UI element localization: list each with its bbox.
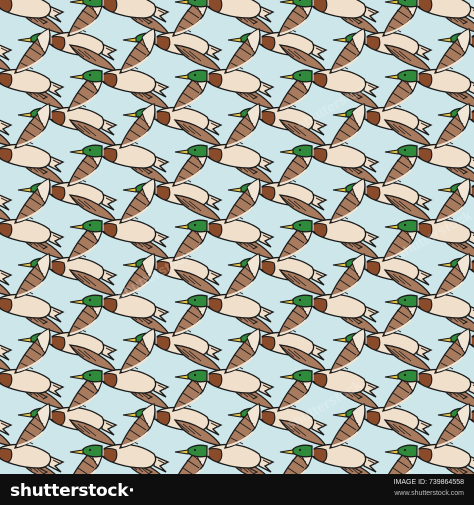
site-url[interactable]: www.shutterstock.com [394, 490, 464, 497]
brand-name: shutterstock [10, 481, 129, 501]
duck-pattern-illustration: shutterstock shutterstock shutterstock s… [0, 0, 474, 474]
pattern-background [0, 0, 474, 474]
image-id-label: IMAGE ID: 739864558 [393, 479, 464, 486]
shutterstock-logo[interactable]: shutterstock· [10, 481, 135, 501]
brand-dot: · [128, 481, 135, 501]
stock-footer-bar: shutterstock· IMAGE ID: 739864558 www.sh… [0, 474, 474, 505]
stock-image-frame: shutterstock shutterstock shutterstock s… [0, 0, 474, 505]
